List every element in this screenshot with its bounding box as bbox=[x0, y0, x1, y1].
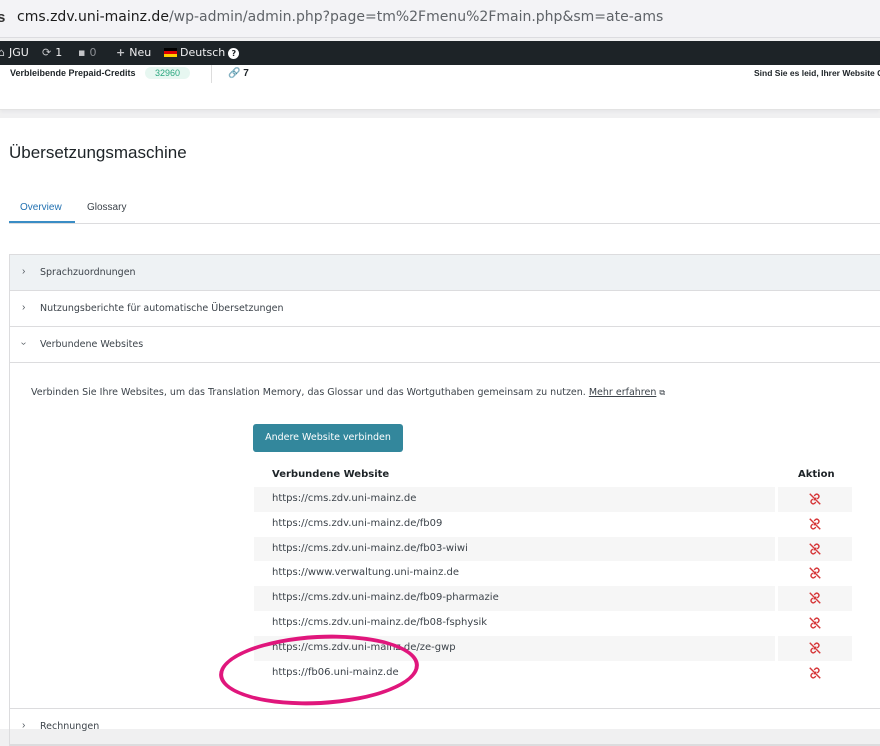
chevron-right-icon: › bbox=[22, 266, 26, 277]
url-text[interactable]: cms.zdv.uni-mainz.de/wp-admin/admin.php?… bbox=[17, 9, 663, 25]
connected-sites-table: Verbundene Website Aktion https://cms.zd… bbox=[254, 466, 852, 685]
connected-websites-panel: Verbinden Sie Ihre Websites, um das Tran… bbox=[10, 363, 880, 709]
table-row: https://fb06.uni-mainz.de bbox=[254, 661, 852, 686]
home-icon: ⌂ bbox=[0, 46, 5, 59]
intro-text: Verbinden Sie Ihre Websites, um das Tran… bbox=[31, 387, 586, 398]
site-info-icon[interactable]: s bbox=[0, 9, 5, 26]
action-cell bbox=[778, 512, 852, 537]
accordion-label: Verbundene Websites bbox=[40, 339, 144, 350]
table-row: https://cms.zdv.uni-mainz.de/ze-gwp bbox=[254, 635, 852, 661]
action-cell bbox=[778, 561, 852, 586]
site-cell: https://fb06.uni-mainz.de bbox=[254, 661, 775, 686]
page-title: Übersetzungsmaschine bbox=[9, 143, 187, 162]
unlink-icon[interactable] bbox=[808, 666, 822, 680]
action-cell bbox=[778, 586, 852, 611]
unlink-icon[interactable] bbox=[808, 517, 822, 531]
site-cell: https://cms.zdv.uni-mainz.de/fb08-fsphys… bbox=[254, 611, 775, 636]
chevron-right-icon: › bbox=[22, 720, 26, 731]
accordion-rechnungen[interactable]: › Rechnungen bbox=[10, 709, 880, 745]
credits-label: Verbleibende Prepaid-Credits bbox=[10, 68, 136, 78]
new-label: Neu bbox=[129, 46, 152, 59]
action-cell bbox=[778, 661, 852, 686]
site-url: https://cms.zdv.uni-mainz.de bbox=[272, 493, 417, 504]
unlink-icon[interactable] bbox=[808, 542, 822, 556]
link-icon: 🔗 bbox=[228, 68, 241, 79]
site-name: JGU bbox=[8, 46, 29, 59]
connected-intro: Verbinden Sie Ihre Websites, um das Tran… bbox=[31, 387, 665, 398]
main-content: Übersetzungsmaschine Overview Glossary ›… bbox=[0, 118, 880, 746]
site-cell: https://cms.zdv.uni-mainz.de/fb09 bbox=[254, 512, 775, 537]
unlink-icon[interactable] bbox=[808, 591, 822, 605]
comment-icon: ▪ bbox=[78, 46, 86, 59]
tab-glossary[interactable]: Glossary bbox=[87, 202, 126, 213]
accordion-label: Nutzungsberichte für automatische Überse… bbox=[40, 303, 284, 314]
action-cell bbox=[778, 635, 852, 661]
plus-icon: + bbox=[116, 46, 126, 59]
wp-admin-bar: ⌂ JGU ⟳ 1 ▪ 0 + Neu Deutsch? bbox=[0, 41, 880, 65]
table-row: https://cms.zdv.uni-mainz.de/fb03-wiwi bbox=[254, 536, 852, 562]
site-url: https://www.verwaltung.uni-mainz.de bbox=[272, 567, 460, 579]
accordion-sprachzuordnungen[interactable]: › Sprachzuordnungen bbox=[10, 255, 880, 291]
site-cell: https://cms.zdv.uni-mainz.de bbox=[254, 487, 775, 512]
site-cell: https://cms.zdv.uni-mainz.de/fb03-wiwi bbox=[254, 536, 775, 562]
active-tab-indicator bbox=[9, 221, 75, 223]
table-header: Verbundene Website Aktion bbox=[254, 466, 852, 487]
accordion-verbundene-websites[interactable]: › Verbundene Websites bbox=[10, 327, 880, 363]
credits-divider bbox=[211, 65, 212, 83]
language-label: Deutsch bbox=[180, 46, 226, 59]
admin-bar-language[interactable]: Deutsch? bbox=[164, 46, 240, 59]
action-cell bbox=[778, 536, 852, 562]
site-cell: https://cms.zdv.uni-mainz.de/fb09-pharma… bbox=[254, 586, 775, 611]
browser-url-bar[interactable]: s cms.zdv.uni-mainz.de/wp-admin/admin.ph… bbox=[0, 0, 880, 38]
column-header-action: Aktion bbox=[798, 469, 835, 480]
site-cell: https://www.verwaltung.uni-mainz.de bbox=[254, 561, 775, 586]
table-row: https://www.verwaltung.uni-mainz.de bbox=[254, 561, 852, 586]
unlink-icon[interactable] bbox=[808, 616, 822, 630]
action-cell bbox=[778, 611, 852, 636]
admin-bar-updates[interactable]: ⟳ 1 bbox=[42, 46, 62, 59]
accordion-label: Sprachzuordnungen bbox=[40, 267, 136, 278]
admin-bar-new[interactable]: + Neu bbox=[116, 46, 151, 59]
external-link-icon: ⧉ bbox=[659, 388, 666, 397]
url-path: /wp-admin/admin.php?page=tm%2Fmenu%2Fmai… bbox=[168, 9, 664, 25]
accordion-nutzungsberichte[interactable]: › Nutzungsberichte für automatische Über… bbox=[10, 291, 880, 327]
unlink-icon[interactable] bbox=[808, 641, 822, 655]
site-url: https://cms.zdv.uni-mainz.de/fb03-wiwi bbox=[272, 542, 468, 554]
site-cell: https://cms.zdv.uni-mainz.de/ze-gwp bbox=[254, 635, 775, 661]
chevron-down-icon: › bbox=[18, 341, 30, 346]
unlink-icon[interactable] bbox=[808, 566, 822, 580]
column-header-site: Verbundene Website bbox=[272, 469, 390, 480]
linked-sites-count-value: 7 bbox=[243, 68, 249, 79]
tab-bar: Overview Glossary bbox=[9, 196, 880, 224]
site-url: https://cms.zdv.uni-mainz.de/ze-gwp bbox=[272, 641, 456, 653]
table-row: https://cms.zdv.uni-mainz.de/fb08-fsphys… bbox=[254, 611, 852, 636]
learn-more-link[interactable]: Mehr erfahren bbox=[589, 387, 657, 398]
site-url: https://fb06.uni-mainz.de bbox=[272, 666, 399, 678]
admin-bar-home[interactable]: ⌂ JGU bbox=[0, 46, 29, 59]
connect-website-button[interactable]: Andere Website verbinden bbox=[253, 424, 403, 452]
linked-sites-count[interactable]: 🔗 7 bbox=[228, 68, 249, 79]
accordion: › Sprachzuordnungen › Nutzungsberichte f… bbox=[9, 254, 880, 746]
updates-count: 1 bbox=[55, 46, 63, 59]
unlink-icon[interactable] bbox=[808, 492, 822, 506]
table-row: https://cms.zdv.uni-mainz.de bbox=[254, 487, 852, 512]
help-icon[interactable]: ? bbox=[228, 48, 240, 59]
credits-bar: Verbleibende Prepaid-Credits 32960 🔗 7 S… bbox=[0, 65, 880, 110]
admin-bar-comments[interactable]: ▪ 0 bbox=[78, 46, 96, 59]
url-host: cms.zdv.uni-mainz.de bbox=[17, 9, 169, 25]
credits-badge: 32960 bbox=[145, 67, 191, 79]
accordion-label: Rechnungen bbox=[40, 721, 100, 732]
tab-overview[interactable]: Overview bbox=[20, 202, 62, 213]
site-url: https://cms.zdv.uni-mainz.de/fb09-pharma… bbox=[272, 592, 499, 604]
action-cell bbox=[778, 487, 852, 512]
table-row: https://cms.zdv.uni-mainz.de/fb09 bbox=[254, 512, 852, 537]
chevron-right-icon: › bbox=[22, 302, 26, 313]
promo-text: Sind Sie es leid, Ihrer Website C bbox=[754, 68, 880, 78]
german-flag-icon bbox=[164, 48, 177, 57]
table-row: https://cms.zdv.uni-mainz.de/fb09-pharma… bbox=[254, 586, 852, 611]
site-url: https://cms.zdv.uni-mainz.de/fb09 bbox=[272, 517, 443, 529]
comments-count: 0 bbox=[89, 46, 97, 59]
site-url: https://cms.zdv.uni-mainz.de/fb08-fsphys… bbox=[272, 616, 488, 628]
refresh-icon: ⟳ bbox=[42, 46, 52, 59]
